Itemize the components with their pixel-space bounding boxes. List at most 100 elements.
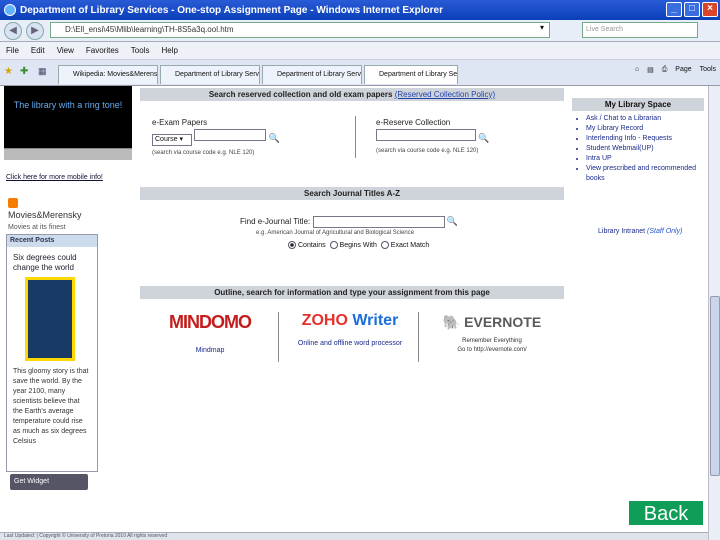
library-intranet-label: Library Intranet xyxy=(598,228,646,235)
address-input[interactable]: D:\Ell_ensi\45\Mlib\learning\TH-8S5a3q.o… xyxy=(50,22,550,38)
tab-1[interactable]: Wikipedia: Movies&Merensky... xyxy=(58,65,158,84)
video-player[interactable]: The library with a ring tone! xyxy=(4,86,132,148)
begins-with-label: Begins With xyxy=(339,241,377,249)
address-toolbar: ◀ ▶ D:\Ell_ensi\45\Mlib\learning\TH-8S5a… xyxy=(0,20,720,42)
forward-arrow-icon[interactable]: ▶ xyxy=(26,21,44,40)
post-excerpt: This gloomy story is that save the world… xyxy=(13,368,89,445)
journal-section-bar: Search Journal Titles A-Z xyxy=(140,187,564,200)
reserve-collection-label: e-Reserve Collection xyxy=(376,118,451,127)
widget-subtitle: Movies at its finest xyxy=(8,224,66,231)
reserved-policy-link[interactable]: (Reserved Collection Policy) xyxy=(395,90,495,99)
add-favorite-icon[interactable]: ✚ xyxy=(20,66,28,77)
journal-title-label: Find e-Journal Title: xyxy=(240,217,311,227)
exact-match-label: Exact Match xyxy=(390,241,430,249)
menu-help[interactable]: Help xyxy=(161,46,177,55)
close-button[interactable]: × xyxy=(702,2,718,17)
divider xyxy=(278,312,279,362)
command-bar: ⌂ ▤ ⎙ Page Tools xyxy=(635,66,716,74)
library-intranet-link[interactable]: Library Intranet (Staff Only) xyxy=(598,228,682,235)
search-input[interactable]: Live Search xyxy=(582,22,698,38)
tools-section-bar: Outline, search for information and type… xyxy=(140,286,564,299)
evernote-logo-text: EVERNOTE xyxy=(464,314,542,330)
tab-list-icon[interactable]: ▦ xyxy=(38,66,47,77)
menu-view[interactable]: View xyxy=(57,46,74,55)
course-select[interactable]: Course ▾ xyxy=(152,134,192,146)
begins-with-radio[interactable] xyxy=(329,241,338,249)
evernote-tool: 🐘 EVERNOTE Remember Everything Go to htt… xyxy=(428,314,556,355)
widget-title[interactable]: Movies&Merensky xyxy=(8,210,82,220)
post-title-link[interactable]: Six degrees could change the world xyxy=(13,253,91,273)
evernote-url[interactable]: Go to http://evernote.com/ xyxy=(428,346,556,355)
mindmap-link[interactable]: Mindmap xyxy=(160,347,260,354)
search-icon[interactable]: 🔍 xyxy=(478,133,489,144)
evernote-desc: Remember Everything xyxy=(462,338,522,344)
search-icon[interactable]: 🔍 xyxy=(447,216,458,227)
reserve-collection-hint: (search via course code e.g. NLE 120) xyxy=(376,148,479,154)
word-processor-link[interactable]: Online and offline word processor xyxy=(290,340,410,347)
menu-file[interactable]: File xyxy=(6,46,19,55)
zoho-writer-logo[interactable]: ZOHO Writer xyxy=(290,312,410,330)
mobile-info-link[interactable]: Click here for more mobile info! xyxy=(6,174,103,181)
tab-3[interactable]: Department of Library Servic... xyxy=(262,65,362,84)
exam-section-title: Search reserved collection and old exam … xyxy=(208,90,393,99)
ie-logo-icon xyxy=(4,4,16,16)
feeds-icon[interactable]: ▤ xyxy=(647,66,654,74)
exam-papers-input[interactable] xyxy=(194,129,267,141)
get-widget-button[interactable]: Get Widget xyxy=(10,474,88,490)
address-dropdown-icon[interactable]: ▾ xyxy=(540,23,550,37)
list-item[interactable]: Student Webmail(UP) xyxy=(586,144,704,154)
staff-only-note: (Staff Only) xyxy=(647,228,683,235)
magazine-cover-image[interactable] xyxy=(25,277,75,361)
back-arrow-icon[interactable]: ◀ xyxy=(4,21,22,40)
contains-radio[interactable] xyxy=(288,241,296,249)
my-library-space-heading: My Library Space xyxy=(572,98,704,111)
window-titlebar: Department of Library Services - One-sto… xyxy=(0,0,720,20)
contains-label: Contains xyxy=(298,241,326,249)
divider xyxy=(355,116,356,158)
menu-favorites[interactable]: Favorites xyxy=(86,46,119,55)
writer-logo-text: Writer xyxy=(352,312,399,329)
page-content: The library with a ring tone! Click here… xyxy=(0,86,708,540)
mindomo-logo[interactable]: MINDOMO xyxy=(160,312,260,333)
exam-section-bar: Search reserved collection and old exam … xyxy=(140,88,564,101)
list-item[interactable]: Intra UP xyxy=(586,154,704,164)
tools-menu[interactable]: Tools xyxy=(700,66,716,74)
page-footer: Last Updated: | Copyright © University o… xyxy=(0,532,708,540)
tab-2[interactable]: Department of Library Servic... xyxy=(160,65,260,84)
blog-widget: Recent Posts Six degrees could change th… xyxy=(6,234,98,472)
page-menu[interactable]: Page xyxy=(675,66,691,74)
recent-posts-heading: Recent Posts xyxy=(7,235,97,247)
menu-edit[interactable]: Edit xyxy=(31,46,45,55)
exact-match-radio[interactable] xyxy=(380,241,389,249)
minimize-button[interactable]: _ xyxy=(666,2,682,17)
exam-papers-label: e-Exam Papers xyxy=(152,118,208,127)
scrollbar-thumb[interactable] xyxy=(710,296,720,476)
favorites-star-icon[interactable]: ★ xyxy=(4,66,13,77)
tabs-bar: ★ ✚ ▦ Wikipedia: Movies&Merensky... Depa… xyxy=(0,60,720,86)
course-select-value: Course xyxy=(155,136,178,143)
tab-4-active[interactable]: Department of Library Se... xyxy=(364,65,458,84)
list-item[interactable]: My Library Record xyxy=(586,124,704,134)
print-icon[interactable]: ⎙ xyxy=(662,66,668,74)
divider xyxy=(418,312,419,362)
evernote-logo[interactable]: 🐘 EVERNOTE xyxy=(428,314,556,331)
window-title: Department of Library Services - One-sto… xyxy=(20,4,443,16)
list-item[interactable]: View prescribed and recommended books xyxy=(586,164,704,184)
video-controls[interactable] xyxy=(4,148,132,160)
zoho-tool: ZOHO Writer Online and offline word proc… xyxy=(290,312,410,347)
search-icon[interactable]: 🔍 xyxy=(268,133,279,144)
journal-search: Find e-Journal Title: 🔍 e.g. American Jo… xyxy=(240,216,480,249)
menu-tools[interactable]: Tools xyxy=(131,46,150,55)
blogger-icon xyxy=(8,198,18,208)
window-controls: _ □ × xyxy=(666,2,718,17)
journal-title-input[interactable] xyxy=(312,216,445,228)
maximize-button[interactable]: □ xyxy=(684,2,700,17)
vertical-scrollbar[interactable] xyxy=(708,86,720,540)
back-button[interactable]: Back xyxy=(628,500,704,526)
list-item[interactable]: Interlending Info - Requests xyxy=(586,134,704,144)
reserve-collection-input[interactable] xyxy=(376,129,476,141)
my-library-space-list: Ask / Chat to a Librarian My Library Rec… xyxy=(586,114,704,184)
list-item[interactable]: Ask / Chat to a Librarian xyxy=(586,114,704,124)
home-icon[interactable]: ⌂ xyxy=(635,66,639,74)
exam-papers-search: e-Exam Papers Course ▾ 🔍 (search via cou… xyxy=(152,118,342,156)
